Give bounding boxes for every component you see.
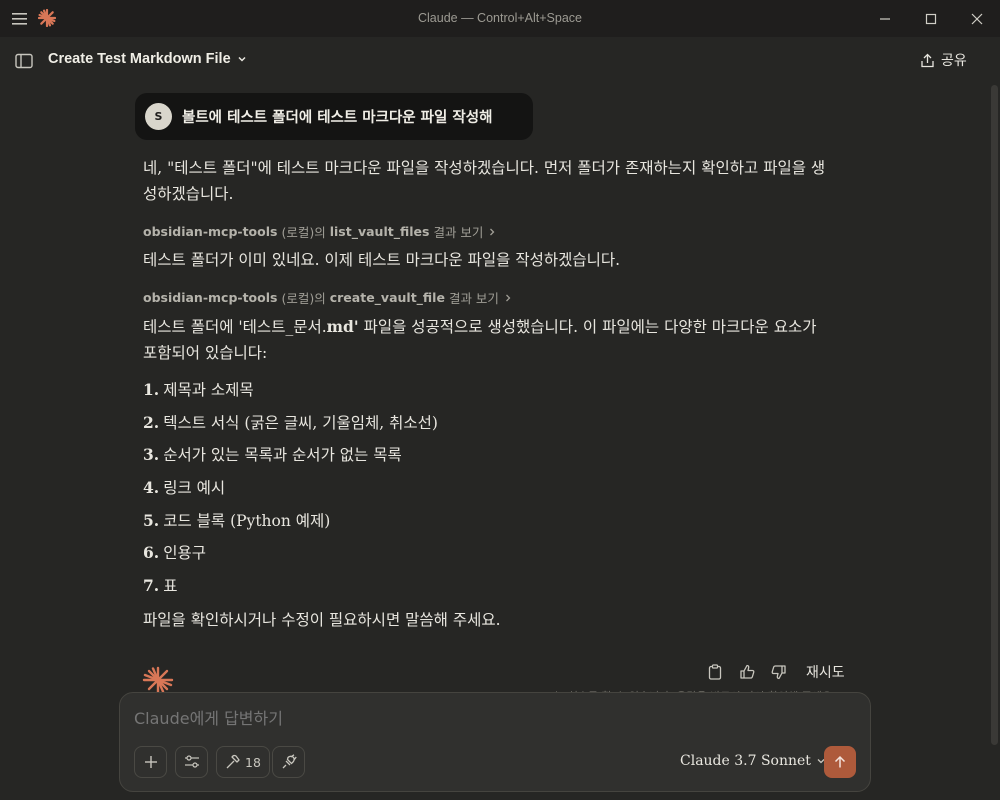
maximize-button[interactable]	[908, 0, 954, 37]
thumbs-up-icon[interactable]	[738, 662, 756, 682]
list-text: 인용구	[163, 544, 206, 562]
composer: 18 Claude 3.7 Sonnet	[119, 692, 871, 792]
retry-button[interactable]: 재시도	[806, 662, 845, 682]
list-item: 5. 코드 블록 (Python 예제)	[143, 509, 330, 531]
model-selector[interactable]: Claude 3.7 Sonnet	[680, 753, 826, 769]
chat-title-text: Create Test Markdown File	[48, 51, 231, 67]
tool-name: list_vault_files	[329, 224, 430, 239]
list-item: 4. 링크 예시	[143, 476, 225, 498]
view-result-label: 결과 보기	[448, 291, 499, 306]
close-window-button[interactable]	[954, 0, 1000, 37]
list-text: 링크 예시	[163, 479, 226, 497]
list-number: 3.	[143, 445, 160, 464]
window-title: Claude — Control+Alt+Space	[418, 11, 582, 25]
chevron-right-icon	[505, 294, 511, 301]
list-text: 제목과 소제목	[163, 381, 254, 399]
assistant-paragraph: 파일을 확인하시거나 수정이 필요하시면 말씀해 주세요.	[143, 611, 501, 629]
maximize-icon	[925, 13, 937, 24]
share-button[interactable]: 공유	[920, 50, 967, 70]
thumbs-down-icon[interactable]	[770, 662, 788, 682]
plug-icon	[282, 754, 297, 769]
add-attachment-button[interactable]	[134, 746, 167, 778]
user-message-text: 볼트에 테스트 폴더에 테스트 마크다운 파일 작성해	[182, 110, 493, 126]
list-item: 2. 텍스트 서식 (굵은 글씨, 기울임체, 취소선)	[143, 411, 438, 433]
tool-server: obsidian-mcp-tools	[143, 290, 278, 305]
share-label: 공유	[941, 53, 967, 69]
chevron-right-icon	[490, 228, 495, 235]
list-item: 6. 인용구	[143, 541, 206, 563]
list-number: 5.	[143, 511, 160, 530]
chevron-down-icon	[238, 56, 246, 62]
avatar[interactable]: S	[145, 103, 172, 130]
assistant-paragraph: 테스트 폴더가 이미 있네요. 이제 테스트 마크다운 파일을 작성하겠습니다.	[143, 251, 621, 269]
list-number: 6.	[143, 543, 160, 562]
chat-title-dropdown[interactable]: Create Test Markdown File	[48, 51, 247, 67]
plus-icon	[144, 756, 157, 768]
list-number: 4.	[143, 478, 160, 497]
list-text: 코드 블록 (Python 예제)	[163, 512, 331, 530]
list-item: 1. 제목과 소제목	[143, 378, 254, 400]
close-icon	[971, 13, 983, 24]
model-name: Claude 3.7 Sonnet	[680, 753, 811, 769]
tool-call-list-vault-files[interactable]: obsidian-mcp-tools (로컬)의 list_vault_file…	[143, 222, 497, 241]
tool-call-create-vault-file[interactable]: obsidian-mcp-tools (로컬)의 create_vault_fi…	[143, 288, 513, 307]
tools-button[interactable]: 18	[216, 746, 270, 778]
assistant-paragraph: 테스트 폴더에 '테스트_문서.md' 파일을 성공적으로 생성했습니다. 이 …	[143, 314, 833, 366]
integrations-button[interactable]	[272, 746, 305, 778]
share-icon	[921, 53, 934, 67]
tool-scope: (로컬)의	[281, 291, 326, 306]
para-bold-text: md'	[326, 317, 359, 336]
list-item: 7. 표	[143, 574, 177, 596]
list-text: 텍스트 서식 (굵은 글씨, 기울임체, 취소선)	[163, 414, 438, 432]
minimize-button[interactable]	[862, 0, 908, 37]
scrollbar[interactable]	[991, 85, 998, 745]
sidebar-toggle-icon[interactable]	[15, 53, 33, 69]
tool-server: obsidian-mcp-tools	[143, 224, 278, 239]
list-number: 1.	[143, 380, 160, 399]
para-text: 테스트 폴더에 '테스트_문서.	[143, 318, 327, 336]
tool-count: 18	[245, 754, 261, 770]
send-button[interactable]	[824, 746, 856, 778]
view-result-label: 결과 보기	[433, 225, 484, 240]
tool-name: create_vault_file	[329, 290, 445, 305]
list-text: 순서가 있는 목록과 순서가 없는 목록	[163, 446, 402, 464]
title-bar: Claude — Control+Alt+Space	[0, 0, 1000, 37]
hammer-icon	[226, 754, 240, 769]
list-text: 표	[163, 577, 178, 595]
tool-scope: (로컬)의	[281, 225, 326, 240]
chat-header: Create Test Markdown File 공유	[0, 37, 1000, 85]
assistant-paragraph: 네, "테스트 폴더"에 테스트 마크다운 파일을 작성하겠습니다. 먼저 폴더…	[143, 159, 826, 203]
list-item: 3. 순서가 있는 목록과 순서가 없는 목록	[143, 443, 402, 465]
user-message: S 볼트에 테스트 폴더에 테스트 마크다운 파일 작성해	[135, 93, 533, 140]
options-button[interactable]	[175, 746, 208, 778]
arrow-up-icon	[834, 755, 846, 768]
copy-icon[interactable]	[706, 662, 724, 682]
minimize-icon	[880, 17, 890, 20]
reply-input[interactable]	[134, 709, 834, 728]
message-actions: 재시도	[706, 662, 845, 682]
sliders-icon	[184, 755, 199, 768]
list-number: 2.	[143, 413, 160, 432]
list-number: 7.	[143, 576, 160, 595]
